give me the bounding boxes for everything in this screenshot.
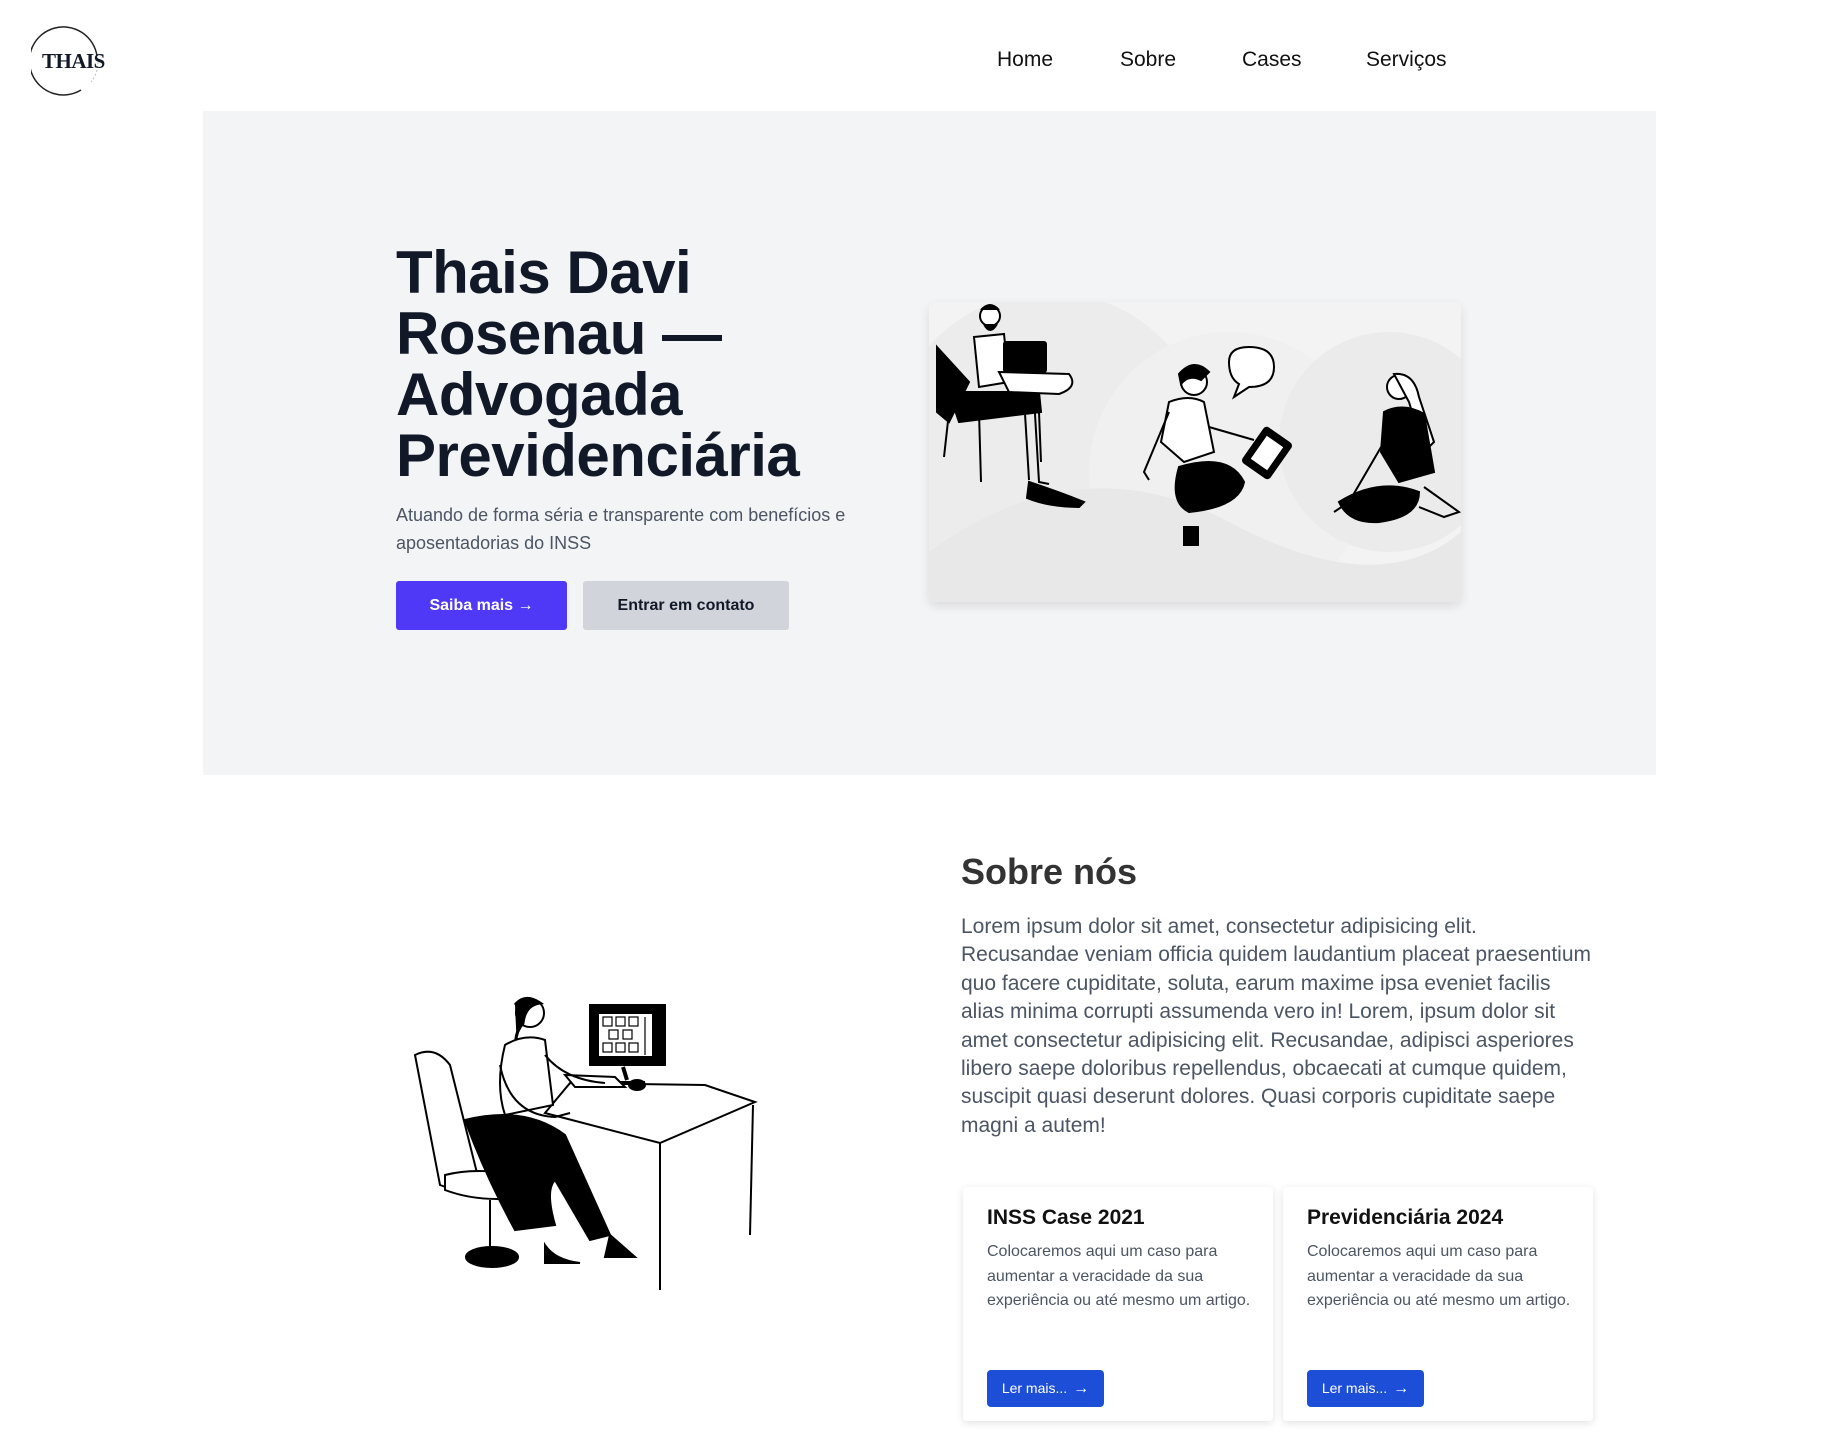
read-more-label: Ler mais... (1001, 1379, 1068, 1396)
case-card-text: Colocaremos aqui um caso para aumentar a… (987, 1243, 1251, 1309)
arrow-right-icon: → (1073, 1379, 1090, 1397)
read-more-button[interactable]: Ler mais... → (1307, 1370, 1424, 1407)
nav-servicos[interactable]: Serviços (1366, 48, 1447, 72)
woman-at-computer-illustration (413, 997, 758, 1290)
arrow-right-icon: → (1393, 1379, 1410, 1397)
nav-cases[interactable]: Cases (1242, 48, 1302, 72)
saiba-mais-button[interactable]: Saiba mais → (396, 581, 567, 630)
about-text: Lorem ipsum dolor sit amet, consectetur … (961, 915, 1591, 1137)
hero-illustration (929, 302, 1461, 602)
contact-button[interactable]: Entrar em contato (583, 581, 789, 630)
case-card-title: Previdenciária 2024 (1307, 1206, 1504, 1229)
read-more-label: Ler mais... (1321, 1379, 1388, 1396)
case-card: INSS Case 2021 Colocaremos aqui um caso … (963, 1187, 1273, 1421)
nav-home[interactable]: Home (997, 48, 1053, 72)
about-title: Sobre nós (961, 851, 1138, 892)
about-illustration (405, 995, 765, 1295)
nav-sobre[interactable]: Sobre (1120, 48, 1176, 72)
logo-text: THAIS (42, 49, 105, 73)
hero-subtitle: Atuando de forma séria e transparente co… (396, 505, 846, 553)
people-talking-illustration (929, 302, 1461, 602)
hero-title: Thais Davi Rosenau — Advogada Previdenci… (396, 239, 800, 489)
case-card: Previdenciária 2024 Colocaremos aqui um … (1283, 1187, 1593, 1421)
case-card-title: INSS Case 2021 (987, 1206, 1145, 1229)
read-more-button[interactable]: Ler mais... → (987, 1370, 1104, 1407)
site-header: THAIS Home Sobre Cases Serviços (0, 0, 1841, 111)
case-card-text: Colocaremos aqui um caso para aumentar a… (1307, 1243, 1571, 1309)
